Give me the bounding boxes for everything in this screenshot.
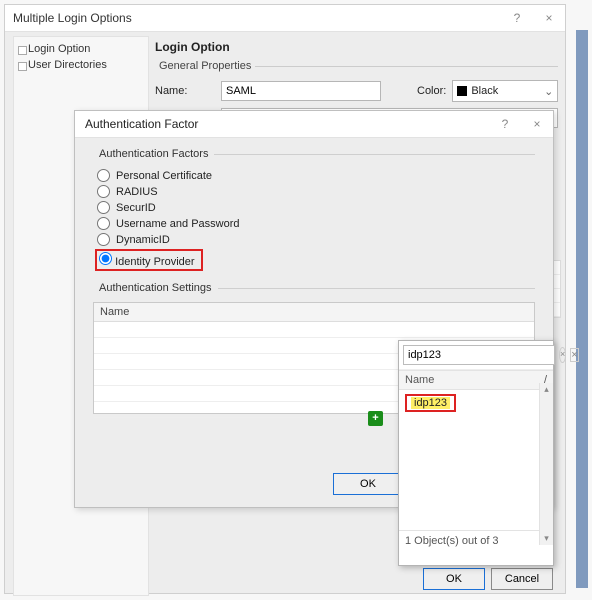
af-title-text: Authentication Factor xyxy=(85,117,198,131)
auth-factors-group: Authentication Factors Personal Certific… xyxy=(93,148,535,274)
radio-input[interactable] xyxy=(97,201,110,214)
radio-dynamicid[interactable]: DynamicID xyxy=(97,233,535,246)
radio-radius[interactable]: RADIUS xyxy=(97,185,535,198)
radio-input[interactable] xyxy=(99,252,112,265)
chooser-close-icon[interactable]: × xyxy=(570,348,578,362)
radio-label: SecurID xyxy=(116,202,156,214)
search-input[interactable] xyxy=(403,345,555,365)
color-swatch-icon xyxy=(457,86,467,96)
radio-personal-certificate[interactable]: Personal Certificate xyxy=(97,169,535,182)
general-properties-legend: General Properties xyxy=(155,60,255,72)
cancel-button[interactable]: Cancel xyxy=(491,568,553,590)
radio-username-password[interactable]: Username and Password xyxy=(97,217,535,230)
side-accent xyxy=(576,30,588,588)
chooser-footer: 1 Object(s) out of 3 xyxy=(399,531,553,551)
help-icon[interactable]: ? xyxy=(493,111,517,137)
object-chooser-popup: × × Name / idp123 1 Object(s) out of 3 ▴… xyxy=(398,340,554,566)
main-titlebar: Multiple Login Options ? × xyxy=(5,5,565,32)
chooser-search-row: × × xyxy=(399,341,553,370)
radio-label: RADIUS xyxy=(116,186,158,198)
radio-label: Username and Password xyxy=(116,218,240,230)
color-label: Color: xyxy=(417,85,446,97)
radio-input[interactable] xyxy=(97,185,110,198)
color-select[interactable]: Black ⌄ xyxy=(452,80,558,102)
radio-input[interactable] xyxy=(97,217,110,230)
ok-button[interactable]: OK xyxy=(423,568,485,590)
page-title: Login Option xyxy=(155,40,557,54)
list-item[interactable]: idp123 xyxy=(405,394,547,412)
color-value: Black xyxy=(471,85,498,97)
result-text: idp123 xyxy=(411,397,450,409)
radio-label: Identity Provider xyxy=(115,256,194,268)
radio-securid[interactable]: SecurID xyxy=(97,201,535,214)
chooser-header[interactable]: Name / xyxy=(399,370,553,390)
auth-settings-legend: Authentication Settings xyxy=(93,282,218,294)
scrollbar[interactable]: ▴ ▾ xyxy=(539,383,553,545)
tree-item-login-option[interactable]: Login Option xyxy=(16,41,146,57)
grid-header-name[interactable]: Name xyxy=(94,303,534,322)
chooser-results: idp123 xyxy=(399,390,553,531)
main-window-title: Multiple Login Options xyxy=(13,11,132,25)
scroll-down-icon[interactable]: ▾ xyxy=(540,532,553,545)
name-input[interactable] xyxy=(221,81,381,101)
chevron-down-icon: ⌄ xyxy=(544,85,553,98)
help-icon[interactable]: ? xyxy=(505,5,529,31)
add-icon[interactable]: + xyxy=(368,411,383,426)
name-label: Name: xyxy=(155,85,215,97)
radio-input[interactable] xyxy=(97,169,110,182)
auth-factors-legend: Authentication Factors xyxy=(93,148,214,160)
af-titlebar: Authentication Factor ? × xyxy=(75,111,553,138)
radio-identity-provider[interactable]: Identity Provider xyxy=(97,249,535,271)
tree-item-user-directories[interactable]: User Directories xyxy=(16,57,146,73)
radio-input[interactable] xyxy=(97,233,110,246)
scroll-up-icon[interactable]: ▴ xyxy=(540,383,553,396)
radio-label: Personal Certificate xyxy=(116,170,212,182)
af-ok-button[interactable]: OK xyxy=(333,473,403,495)
chooser-header-name: Name xyxy=(405,371,434,389)
close-icon[interactable]: × xyxy=(525,111,549,137)
close-icon[interactable]: × xyxy=(537,5,561,31)
radio-label: DynamicID xyxy=(116,234,170,246)
